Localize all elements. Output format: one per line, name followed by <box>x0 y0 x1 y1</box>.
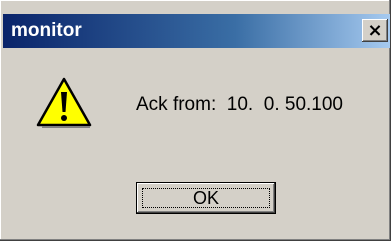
ok-button[interactable]: OK <box>136 182 276 214</box>
close-icon: × <box>367 19 383 41</box>
message-text: Ack from: 10. 0. 50.100 <box>136 94 343 115</box>
warning-icon <box>36 77 92 128</box>
dialog-window: monitor × Ack from: 10. 0. 50.100 OK <box>0 0 391 241</box>
title-bar[interactable]: monitor × <box>3 14 390 48</box>
window-title: monitor <box>11 20 82 41</box>
ok-button-label: OK <box>192 187 219 208</box>
close-button[interactable]: × <box>362 19 388 42</box>
